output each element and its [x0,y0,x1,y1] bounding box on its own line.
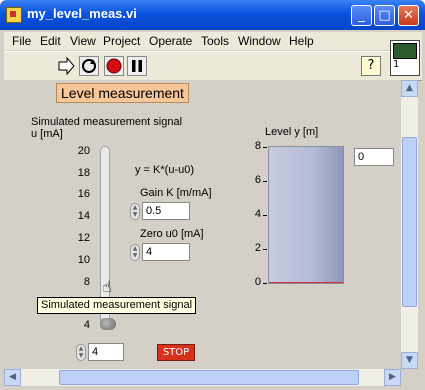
tank-tick: 0 [254,276,261,288]
tank-tick: 8 [254,140,261,152]
tank-tick: 2 [254,242,261,254]
signal-slider-knob[interactable] [100,318,116,330]
connector-number: 1 [393,59,400,70]
window-title: my_level_meas.vi [27,6,137,21]
vertical-scrollbar[interactable]: ▲ ▼ [401,80,418,369]
scroll-down-button[interactable]: ▼ [401,352,418,369]
slider-tick: 8 [83,276,90,288]
horizontal-scroll-thumb[interactable] [59,370,359,385]
signal-value-input[interactable]: 4 [88,343,124,361]
tank-tick-mark [263,181,267,182]
slider-tick: 14 [77,210,90,222]
tank-tick-mark [263,147,267,148]
connector-pane-icon[interactable]: 1 [390,40,420,76]
vertical-scroll-thumb[interactable] [402,137,417,307]
scroll-right-button[interactable]: ▶ [384,369,401,386]
slider-tick: 12 [77,232,90,244]
panel-heading: Level measurement [56,83,189,103]
slider-tick: 16 [77,188,90,200]
menu-project[interactable]: Project [103,34,140,48]
vi-window: my_level_meas.vi _ □ ✕ File Edit View Pr… [0,0,425,390]
title-bar[interactable]: my_level_meas.vi _ □ ✕ [0,0,425,30]
run-continuously-icon[interactable] [79,56,99,76]
stop-button[interactable]: STOP [157,344,195,361]
gain-increment-decrement[interactable]: ▲ ▼ [130,203,140,220]
tank-tick: 6 [254,174,261,186]
zero-label: Zero u0 [mA] [140,228,204,240]
close-button[interactable]: ✕ [398,5,419,26]
labview-vi-icon [6,7,22,23]
abort-execution-icon[interactable] [104,56,124,76]
tank-tick-mark [263,215,267,216]
tank-tick-mark [263,249,267,250]
slider-tick: 18 [77,167,90,179]
context-help-button[interactable]: ? [361,56,381,76]
gain-label: Gain K [m/mA] [140,187,212,199]
menu-tools[interactable]: Tools [201,34,229,48]
resize-grip[interactable] [401,369,418,386]
menu-operate[interactable]: Operate [149,34,192,48]
menu-file[interactable]: File [12,34,31,48]
slider-tick: 4 [83,319,90,331]
hand-cursor-icon: ☝ [102,277,112,296]
tank-label: Level y [m] [265,126,319,138]
signal-increment-decrement[interactable]: ▲ ▼ [76,344,86,361]
menu-window[interactable]: Window [238,34,281,48]
zero-increment-decrement[interactable]: ▲ ▼ [130,244,140,261]
maximize-button[interactable]: □ [374,5,395,26]
pause-icon[interactable] [127,56,147,76]
toolbar: ? 1 [4,40,422,81]
front-panel: Level measurement Simulated measurement … [4,80,401,369]
horizontal-scrollbar[interactable]: ◀ ▶ [4,369,401,386]
slider-tick: 10 [77,254,90,266]
tank-value-indicator: 0 [354,148,394,166]
menu-edit[interactable]: Edit [40,34,61,48]
tank-tick: 4 [254,208,261,220]
run-arrow-icon[interactable] [56,56,76,76]
scroll-up-button[interactable]: ▲ [401,80,418,97]
zero-input[interactable]: 4 [142,243,190,261]
signal-label-line1: Simulated measurement signal [31,116,183,128]
tank-tick-mark [263,283,267,284]
signal-tooltip: Simulated measurement signal [37,297,197,314]
tank-fill-level [269,282,343,283]
menu-help[interactable]: Help [289,34,314,48]
slider-tick: 20 [77,145,90,157]
signal-label-line2: u [mA] [31,128,63,140]
menu-view[interactable]: View [70,34,96,48]
level-tank-indicator [268,146,344,284]
gain-input[interactable]: 0.5 [142,202,190,220]
minimize-button[interactable]: _ [351,5,372,26]
vi-icon-screen [393,43,417,59]
scroll-left-button[interactable]: ◀ [4,369,21,386]
menu-bar: File Edit View Project Operate Tools Win… [4,32,422,50]
formula-label: y = K*(u-u0) [135,164,194,176]
